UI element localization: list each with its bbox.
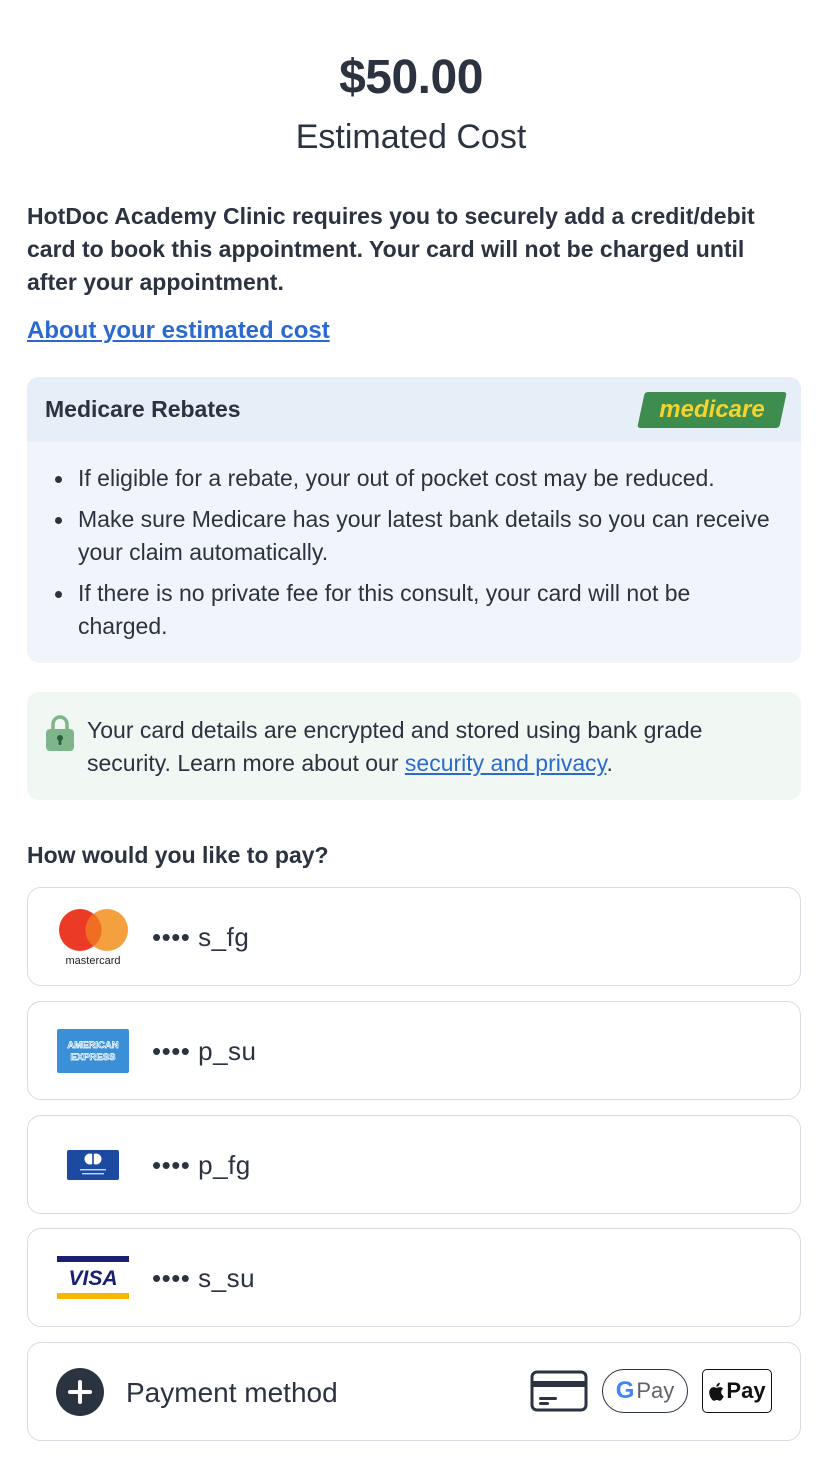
- medicare-rebates-title: Medicare Rebates: [45, 396, 241, 422]
- medicare-rebates-panel: Medicare Rebates medicare If eligible fo…: [27, 377, 801, 663]
- card-masked-number: •••• p_fg: [152, 1150, 251, 1180]
- list-item: If there is no private fee for this cons…: [53, 577, 775, 643]
- credit-card-icon: [530, 1370, 588, 1412]
- payment-method-icons: G Pay Pay: [530, 1369, 772, 1413]
- estimated-cost-label: Estimated Cost: [295, 118, 527, 156]
- saved-card-visa[interactable]: VISA •••• s_su: [27, 1228, 801, 1327]
- amex-icon: AMERICAN EXPRESS: [56, 1022, 130, 1080]
- list-item: Make sure Medicare has your latest bank …: [53, 503, 775, 569]
- security-privacy-link[interactable]: security and privacy: [405, 750, 607, 776]
- visa-icon: VISA: [56, 1249, 130, 1307]
- saved-card-mastercard[interactable]: mastercard •••• s_fg: [27, 887, 801, 986]
- card-masked-number: •••• s_fg: [152, 922, 250, 952]
- security-notice: Your card details are encrypted and stor…: [27, 692, 801, 800]
- add-payment-method-label: Payment method: [126, 1376, 338, 1408]
- estimated-cost-amount: $50.00: [339, 51, 483, 104]
- lock-icon: [46, 715, 74, 751]
- payment-question: How would you like to pay?: [27, 842, 329, 868]
- google-pay-icon: G Pay: [602, 1369, 688, 1413]
- svg-text:AMERICAN: AMERICAN: [67, 1040, 118, 1051]
- card-masked-number: •••• p_su: [152, 1036, 257, 1066]
- saved-card-amex[interactable]: AMERICAN EXPRESS •••• p_su: [27, 1001, 801, 1100]
- card-masked-number: •••• s_su: [152, 1263, 256, 1293]
- svg-text:EXPRESS: EXPRESS: [71, 1052, 116, 1063]
- diners-club-icon: [56, 1136, 130, 1194]
- security-notice-text: Your card details are encrypted and stor…: [87, 717, 703, 776]
- medicare-logo: medicare: [637, 391, 787, 428]
- mastercard-icon: mastercard: [56, 908, 130, 966]
- svg-text:VISA: VISA: [68, 1267, 117, 1290]
- add-payment-method-button[interactable]: Payment method G Pay Pay: [27, 1342, 801, 1441]
- about-estimated-cost-link[interactable]: About your estimated cost: [27, 317, 330, 345]
- plus-icon: [56, 1368, 104, 1416]
- svg-text:mastercard: mastercard: [65, 955, 120, 966]
- medicare-rebates-list: If eligible for a rebate, your out of po…: [27, 442, 801, 643]
- medicare-rebates-header: Medicare Rebates medicare: [27, 377, 801, 442]
- saved-card-diners[interactable]: •••• p_fg: [27, 1115, 801, 1214]
- list-item: If eligible for a rebate, your out of po…: [53, 462, 775, 495]
- card-requirement-text: HotDoc Academy Clinic requires you to se…: [27, 203, 755, 295]
- apple-pay-icon: Pay: [702, 1369, 772, 1413]
